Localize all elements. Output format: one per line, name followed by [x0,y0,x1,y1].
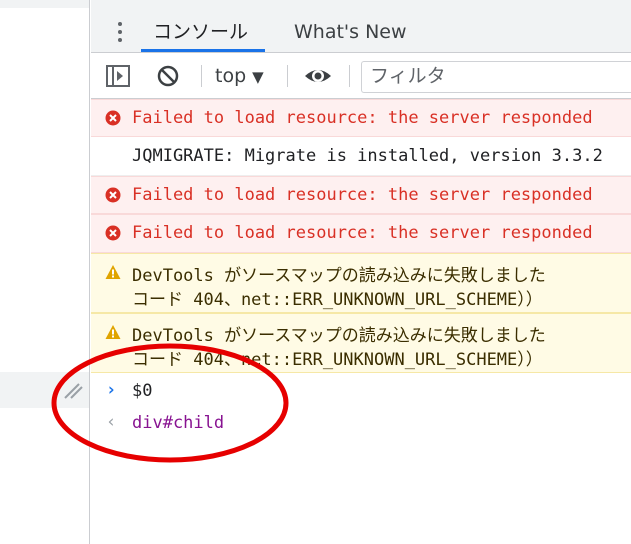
eye-icon[interactable] [303,63,333,89]
console-input-echo[interactable]: › $0 [91,373,631,407]
console-message-error[interactable]: Failed to load resource: the server resp… [91,214,631,253]
error-icon [105,110,121,126]
context-selector[interactable]: top ▼ [215,62,264,90]
tab-whats-new[interactable]: What's New [294,18,407,52]
left-page-header [0,0,90,8]
chevron-down-icon: ▼ [252,68,264,86]
console-message-warning[interactable]: DevTools がソースマップの読み込みに失敗しました コード 404、net… [91,253,631,313]
console-result[interactable]: ‹ div#child [91,407,631,441]
message-text: Failed to load resource: the server resp… [132,108,593,128]
tab-console[interactable]: コンソール [153,18,248,52]
filter-box [361,61,631,93]
error-icon [105,187,121,203]
error-icon [105,225,121,241]
clear-console-icon[interactable] [155,63,181,89]
left-page-area [0,0,90,544]
message-text: DevTools がソースマップの読み込みに失敗しました [132,326,546,346]
resize-handle-icon[interactable] [62,379,84,401]
message-text: DevTools がソースマップの読み込みに失敗しました [132,266,546,286]
result-text[interactable]: div#child [132,413,224,433]
panel-divider [89,0,90,544]
console-message-error[interactable]: Failed to load resource: the server resp… [91,99,631,137]
active-tab-indicator [141,49,265,52]
kebab-menu-icon[interactable] [110,20,132,46]
result-chevron-icon: ‹ [106,412,117,432]
prompt-chevron-icon: › [106,380,117,400]
sidebar-toggle-icon[interactable] [105,63,131,89]
devtools-panel: コンソール What's New top ▼ フィルタ Failed to lo… [91,0,631,544]
devtools-tabbar: コンソール What's New [91,0,631,53]
console-messages: Failed to load resource: the server resp… [91,99,631,441]
warning-icon [105,265,121,279]
message-text-continued: コード 404、net::ERR_UNKNOWN_URL_SCHEME）） [132,350,543,370]
message-text: Failed to load resource: the server resp… [132,185,593,205]
context-label: top [215,65,247,87]
message-text: Failed to load resource: the server resp… [132,223,593,243]
warning-icon [105,325,121,339]
console-toolbar: top ▼ [91,53,631,99]
filter-input[interactable] [370,63,630,89]
console-message-warning[interactable]: DevTools がソースマップの読み込みに失敗しました コード 404、net… [91,313,631,373]
toolbar-separator [287,65,288,87]
console-message-error[interactable]: Failed to load resource: the server resp… [91,176,631,214]
message-text-continued: コード 404、net::ERR_UNKNOWN_URL_SCHEME）） [132,290,543,310]
message-text: JQMIGRATE: Migrate is installed, version… [132,146,603,166]
toolbar-separator [349,65,350,87]
toolbar-separator [201,65,202,87]
console-message-log[interactable]: JQMIGRATE: Migrate is installed, version… [91,137,631,176]
input-text: $0 [132,381,153,401]
